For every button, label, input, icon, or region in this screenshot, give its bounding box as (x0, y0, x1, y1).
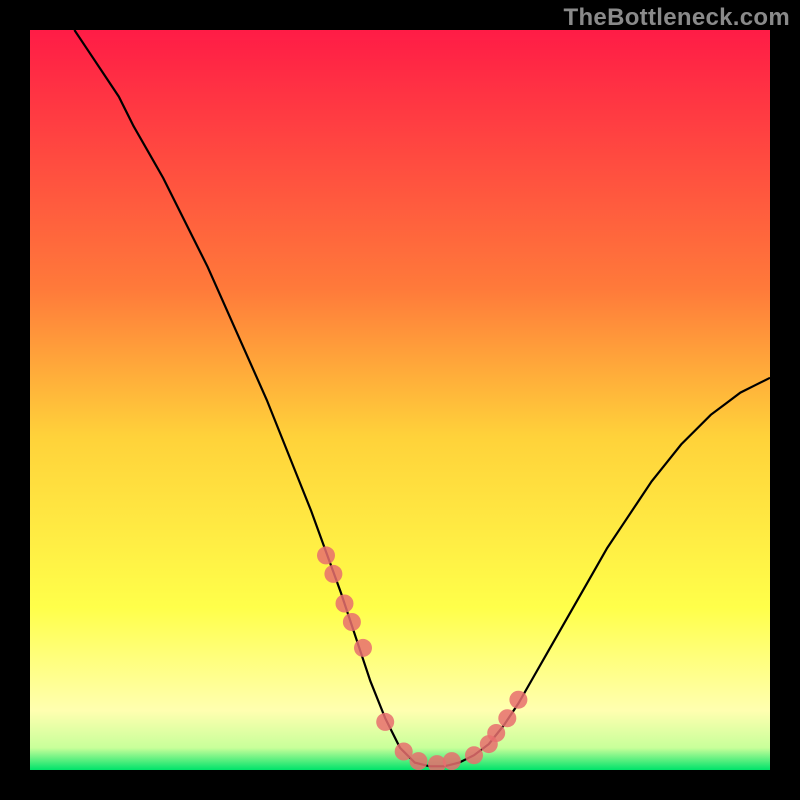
marker-point (376, 713, 394, 731)
marker-point (410, 752, 428, 770)
marker-point (443, 752, 461, 770)
marker-point (509, 691, 527, 709)
marker-point (336, 595, 354, 613)
marker-point (498, 709, 516, 727)
marker-point (395, 743, 413, 761)
bottleneck-chart (30, 30, 770, 770)
watermark-text: TheBottleneck.com (564, 4, 790, 32)
marker-point (354, 639, 372, 657)
marker-point (324, 565, 342, 583)
marker-point (487, 724, 505, 742)
marker-point (343, 613, 361, 631)
marker-point (465, 746, 483, 764)
chart-frame: TheBottleneck.com (0, 0, 800, 800)
plot-area (30, 30, 770, 770)
marker-point (317, 546, 335, 564)
